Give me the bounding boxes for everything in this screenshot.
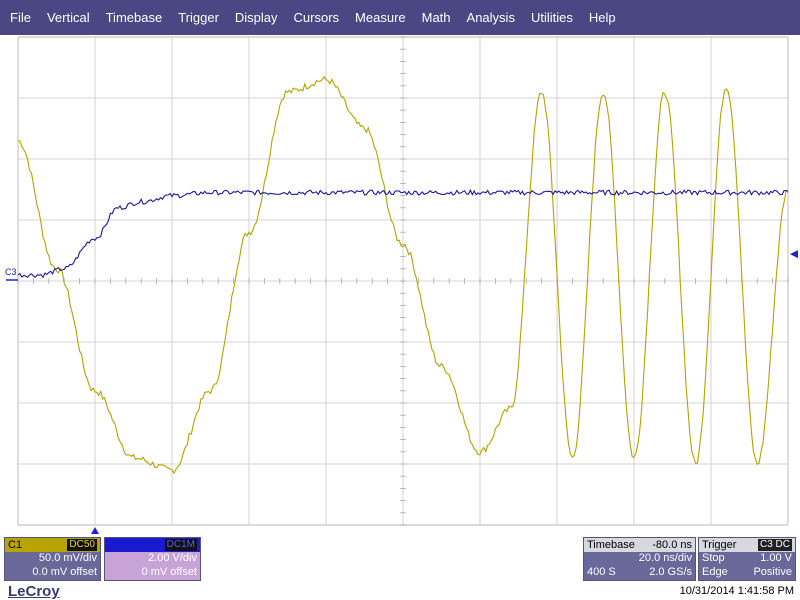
trigger-descriptor[interactable]: Trigger C3 DC Stop 1.00 V Edge Positive xyxy=(698,537,796,581)
channel3-offset: 0 mV offset xyxy=(141,566,197,578)
timebase-descriptor[interactable]: Timebase -80.0 ns 20.0 ns/div 400 S 2.0 … xyxy=(583,537,696,581)
menu-analysis[interactable]: Analysis xyxy=(459,0,523,35)
timebase-rate: 2.0 GS/s xyxy=(649,566,692,578)
menu-timebase[interactable]: Timebase xyxy=(98,0,171,35)
menu-cursors[interactable]: Cursors xyxy=(286,0,348,35)
menu-trigger[interactable]: Trigger xyxy=(170,0,227,35)
trigger-type: Edge xyxy=(702,566,728,578)
timebase-samples: 400 S xyxy=(587,566,616,578)
menu-measure[interactable]: Measure xyxy=(347,0,414,35)
channel1-scale: 50.0 mV/div xyxy=(38,552,97,564)
timebase-delay: -80.0 ns xyxy=(652,538,692,551)
channel3-coupling: DC1M xyxy=(164,539,197,551)
trigger-level: 1.00 V xyxy=(760,552,792,564)
menu-vertical[interactable]: Vertical xyxy=(39,0,98,35)
menu-utilities[interactable]: Utilities xyxy=(523,0,581,35)
timebase-label: Timebase xyxy=(587,538,635,551)
channel3-descriptor[interactable]: C3 DC1M 2.00 V/div 0 mV offset xyxy=(104,537,201,581)
brand-logo: LeCroy xyxy=(8,583,60,600)
channel1-coupling: DC50 xyxy=(67,539,97,551)
menu-math[interactable]: Math xyxy=(414,0,459,35)
channel3-scale: 2.00 V/div xyxy=(148,552,197,564)
menu-file[interactable]: File xyxy=(2,0,39,35)
menu-display[interactable]: Display xyxy=(227,0,286,35)
channel1-offset: 0.0 mV offset xyxy=(32,566,97,578)
trigger-label: Trigger xyxy=(702,538,737,551)
channel1-label: C1 xyxy=(8,538,23,551)
timestamp: 10/31/2014 1:41:58 PM xyxy=(679,585,794,597)
trigger-slope: Positive xyxy=(753,566,792,578)
trigger-mode: Stop xyxy=(702,552,725,564)
menu-bar: File Vertical Timebase Trigger Display Cursor… xyxy=(0,0,800,35)
c3-marker-label: C3 xyxy=(5,267,17,277)
timebase-scale: 20.0 ns/div xyxy=(638,552,692,564)
trigger-source: C3 DC xyxy=(757,539,792,551)
scope-display[interactable]: C3 xyxy=(0,35,800,535)
menu-help[interactable]: Help xyxy=(581,0,624,35)
channel1-descriptor[interactable]: C1 DC50 50.0 mV/div 0.0 mV offset xyxy=(4,537,101,581)
channel3-label: C3 xyxy=(108,538,123,551)
